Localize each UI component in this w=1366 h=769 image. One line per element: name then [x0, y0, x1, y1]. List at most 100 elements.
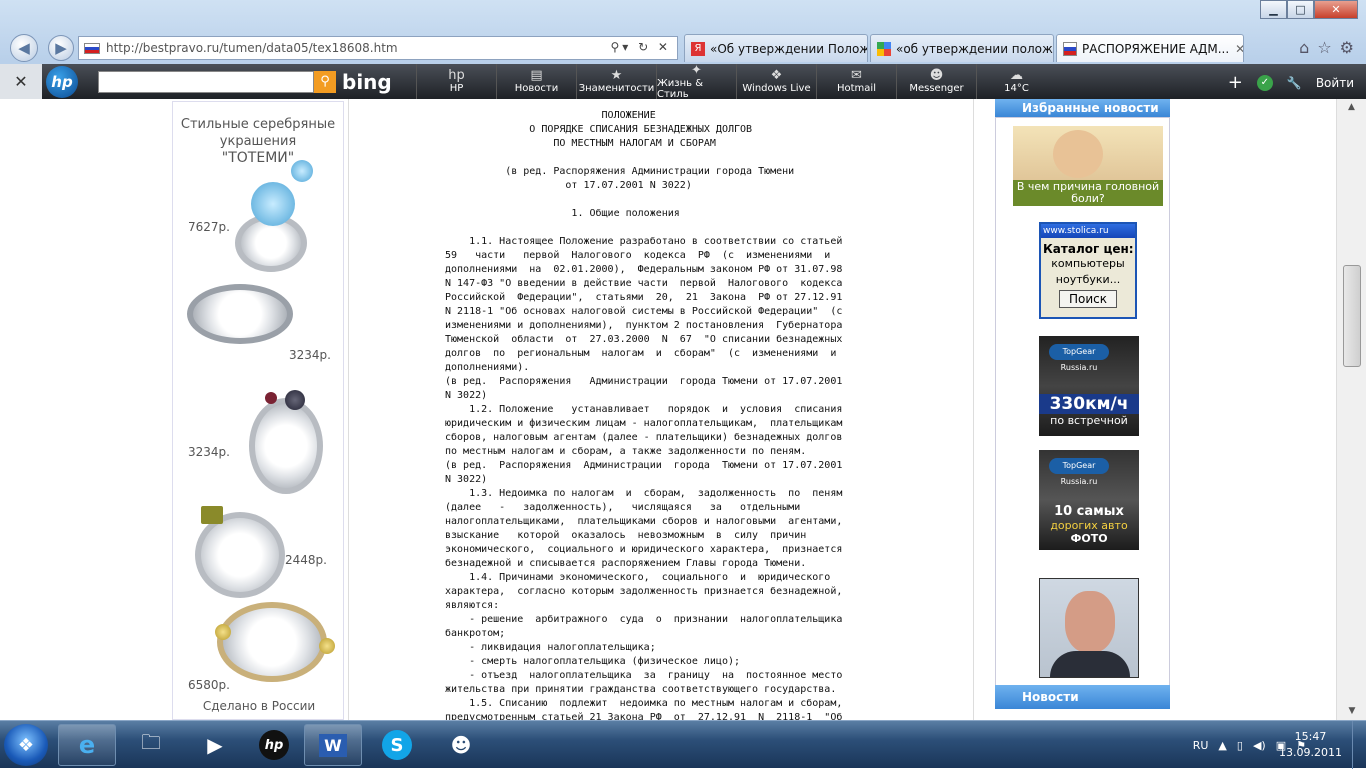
- topgear-ad-speed[interactable]: TopGear Russia.ru 330км/ч по встречной: [1039, 336, 1139, 436]
- headache-ad[interactable]: В чем причина головной боли?: [1013, 126, 1163, 206]
- topaz-gem: [251, 182, 295, 226]
- ring-image: [249, 398, 323, 494]
- gold-ball: [215, 624, 231, 640]
- home-icon[interactable]: ⌂: [1299, 38, 1309, 57]
- document-content: ПОЛОЖЕНИЕ О ПОРЯДКЕ СПИСАНИЯ БЕЗНАДЕЖНЫХ…: [348, 99, 974, 720]
- price-catalog-ad[interactable]: www.stolica.ru Каталог цен: компьютеры н…: [1039, 222, 1137, 319]
- taskbar-explorer-icon[interactable]: 🗀: [122, 724, 180, 766]
- favorites-icon[interactable]: ☆: [1317, 38, 1331, 57]
- clock[interactable]: 15:47 13.09.2011: [1279, 729, 1342, 761]
- hp-toolbar-item[interactable]: ✦ Жизнь & Стиль: [656, 62, 736, 100]
- face-image: [1065, 591, 1115, 653]
- toolbar-item-icon: ▤: [530, 68, 543, 83]
- featured-news-panel: В чем причина головной боли? www.stolica…: [995, 117, 1170, 691]
- hp-toolbar-item[interactable]: ❖ Windows Live: [736, 64, 816, 99]
- taskbar: ❖ e 🗀 ▶ hp W S ☻ RU ▲ ▯ ◀) ▣ ⚑ 15:47 13.…: [0, 720, 1366, 769]
- address-bar[interactable]: http://bestpravo.ru/tumen/data05/tex1860…: [78, 36, 678, 60]
- search-icon[interactable]: ⚲: [314, 70, 336, 93]
- right-column: Избранные новости В чем причина головной…: [995, 99, 1170, 720]
- tab-label: «об утверждении положе...: [896, 41, 1053, 56]
- toolbar-close-icon[interactable]: ✕: [0, 64, 42, 99]
- vertical-scrollbar[interactable]: ▲ ▼: [1336, 99, 1366, 720]
- tab-2[interactable]: «об утверждении положе...: [870, 34, 1054, 62]
- toolbar-item-label: HP: [449, 83, 464, 94]
- toolbar-item-icon: hp: [448, 68, 465, 83]
- pearl-gem: [285, 390, 305, 410]
- address-url: http://bestpravo.ru/tumen/data05/tex1860…: [106, 41, 398, 55]
- scroll-down-icon[interactable]: ▼: [1337, 703, 1366, 720]
- ad-title: Стильные серебряные украшения: [180, 117, 336, 149]
- toolbar-item-label: Messenger: [909, 83, 964, 94]
- tab-close-icon[interactable]: ✕: [1229, 42, 1243, 56]
- search-button[interactable]: Поиск: [1059, 290, 1117, 308]
- hp-toolbar-item[interactable]: ★ Знаменитости: [576, 64, 656, 99]
- toolbar-item-label: Знаменитости: [578, 83, 655, 94]
- gear-icon[interactable]: ⚙: [1340, 38, 1354, 57]
- hp-toolbar-item[interactable]: ▤ Новости: [496, 64, 576, 99]
- catalog-line: ноутбуки...: [1055, 273, 1121, 286]
- ring-image: [217, 602, 327, 682]
- taskbar-messenger-icon[interactable]: ☻: [432, 724, 490, 766]
- tab-label: РАСПОРЯЖЕНИЕ АДМ...: [1082, 41, 1230, 56]
- taskbar-hp-icon[interactable]: hp: [245, 724, 303, 766]
- left-jewelry-ad[interactable]: Стильные серебряные украшения "ТОТЕМИ" 7…: [172, 101, 344, 720]
- topgear-ad-cars[interactable]: TopGear Russia.ru 10 самых дорогих авто …: [1039, 450, 1139, 550]
- minimize-button[interactable]: ▁: [1260, 0, 1287, 19]
- show-desktop-button[interactable]: [1352, 721, 1366, 769]
- document-text: ПОЛОЖЕНИЕ О ПОРЯДКЕ СПИСАНИЯ БЕЗНАДЕЖНЫХ…: [445, 110, 843, 720]
- topgear-badge: TopGear Russia.ru: [1049, 458, 1109, 486]
- shield-icon[interactable]: ✓: [1256, 74, 1273, 91]
- maximize-button[interactable]: □: [1287, 0, 1314, 19]
- scroll-up-icon[interactable]: ▲: [1337, 99, 1366, 116]
- tab-1[interactable]: Я «Об утверждении Положе...: [684, 34, 868, 62]
- hp-toolbar-item[interactable]: ☻ Messenger: [896, 64, 976, 99]
- catalog-title: Каталог цен:: [1043, 242, 1134, 256]
- close-button[interactable]: ✕: [1314, 0, 1358, 19]
- device-icon[interactable]: ▯: [1237, 739, 1243, 752]
- window-controls: ▁ □ ✕: [1260, 0, 1358, 19]
- language-indicator[interactable]: RU: [1193, 739, 1209, 752]
- address-tools[interactable]: ⚲▾ ↻ ✕: [610, 40, 671, 54]
- bing-search-input[interactable]: [98, 70, 314, 93]
- tab-3[interactable]: РАСПОРЯЖЕНИЕ АДМ... ✕: [1056, 34, 1244, 62]
- featured-news-header: Избранные новости: [995, 99, 1170, 117]
- back-button[interactable]: ◀: [10, 34, 38, 62]
- clock-time: 15:47: [1294, 730, 1327, 743]
- taskbar-media-icon[interactable]: ▶: [186, 724, 244, 766]
- toolbar-item-label: 14°C: [1004, 83, 1029, 94]
- toolbar-item-icon: ✉: [851, 68, 862, 83]
- taskbar-word-icon[interactable]: W: [304, 724, 362, 766]
- ring-image: [187, 284, 293, 344]
- hp-toolbar-item[interactable]: ✉ Hotmail: [816, 64, 896, 99]
- scroll-thumb[interactable]: [1343, 265, 1361, 367]
- toolbar-item-label: Windows Live: [742, 83, 811, 94]
- forward-button[interactable]: ▶: [48, 35, 74, 61]
- volume-icon[interactable]: ◀): [1253, 739, 1266, 752]
- taskbar-ie-icon[interactable]: e: [58, 724, 116, 766]
- wrench-icon[interactable]: 🔧: [1287, 76, 1302, 90]
- russia-flag-icon: [1063, 41, 1077, 56]
- hp-logo[interactable]: hp: [46, 65, 78, 98]
- catalog-line: компьютеры: [1051, 257, 1125, 270]
- price-label: 3234р.: [188, 445, 230, 459]
- login-link[interactable]: Войти: [1316, 76, 1354, 90]
- hp-toolbar-item[interactable]: hp HP: [416, 64, 496, 99]
- tab-label: «Об утверждении Положе...: [710, 41, 867, 56]
- toolbar-item-icon: ✦: [691, 62, 702, 78]
- price-label: 6580р.: [188, 678, 230, 692]
- toolbar-item-label: Новости: [514, 83, 559, 94]
- russia-flag-icon: [84, 42, 100, 54]
- hp-toolbar-item[interactable]: ☁ 14°C: [976, 64, 1056, 99]
- taskbar-skype-icon[interactable]: S: [368, 724, 426, 766]
- portrait-ad[interactable]: [1039, 578, 1139, 678]
- tray-expand-icon[interactable]: ▲: [1218, 739, 1226, 752]
- add-icon[interactable]: +: [1228, 72, 1243, 93]
- peridot-gem: [201, 506, 223, 524]
- toolbar-item-label: Жизнь & Стиль: [657, 77, 703, 100]
- price-label: 2448р.: [285, 553, 327, 567]
- browser-window: ▁ □ ✕ ◀ ▶ http://bestpravo.ru/tumen/data…: [0, 0, 1366, 720]
- garnet-gem: [265, 392, 277, 404]
- ad-window-bar: www.stolica.ru: [1041, 224, 1135, 238]
- ad-brand: "ТОТЕМИ": [221, 150, 295, 166]
- start-button[interactable]: ❖: [4, 724, 48, 766]
